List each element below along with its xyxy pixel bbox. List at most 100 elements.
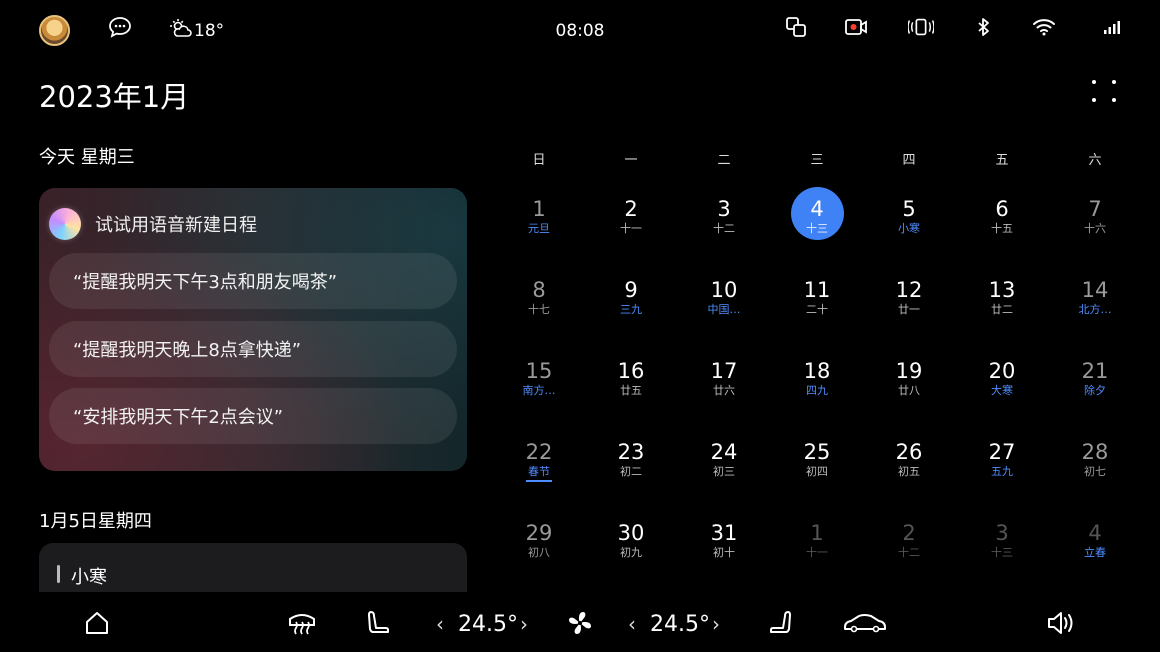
- lunar-date-label: 初十: [713, 546, 735, 559]
- calendar-day[interactable]: 12 廿一: [869, 268, 949, 328]
- calendar-day[interactable]: 2 十一: [591, 187, 671, 247]
- lunar-date-label: 元旦: [528, 222, 550, 235]
- lunar-date-label: 廿一: [898, 303, 920, 316]
- day-number: 25: [803, 440, 831, 464]
- day-number: 27: [988, 440, 1016, 464]
- day-number: 7: [1088, 197, 1102, 221]
- calendar-day[interactable]: 21 除夕: [1055, 349, 1135, 409]
- calendar-day[interactable]: 6 十五: [962, 187, 1042, 247]
- voice-assistant-icon[interactable]: [49, 208, 81, 240]
- next-day-label: 1月5日星期四: [39, 511, 152, 532]
- lunar-date-label: 初三: [713, 465, 735, 478]
- day-number: 6: [995, 197, 1009, 221]
- calendar-day[interactable]: 28 初七: [1055, 430, 1135, 490]
- right-temp-decrease-button[interactable]: ‹: [628, 612, 636, 636]
- calendar-day[interactable]: 10 中国…: [684, 268, 764, 328]
- day-number: 13: [988, 278, 1016, 302]
- volume-icon[interactable]: [1046, 608, 1076, 638]
- lunar-date-label: 廿八: [898, 384, 920, 397]
- passenger-seat-icon[interactable]: [766, 608, 796, 638]
- calendar-day[interactable]: 14 北方…: [1055, 268, 1135, 328]
- calendar-day[interactable]: 23 初二: [591, 430, 671, 490]
- record-icon[interactable]: [843, 14, 869, 40]
- calendar-day[interactable]: 30 初九: [591, 511, 671, 571]
- day-number: 10: [710, 278, 738, 302]
- lunar-date-label: 北方…: [1078, 303, 1112, 316]
- calendar-day[interactable]: 4 立春: [1055, 511, 1135, 571]
- day-number: 3: [717, 197, 731, 221]
- day-number: 31: [710, 521, 738, 545]
- weekday-label: 一: [624, 153, 638, 168]
- signal-icon: [1100, 14, 1126, 40]
- left-temp-increase-button[interactable]: ›: [520, 612, 528, 636]
- day-number: 21: [1081, 359, 1109, 383]
- calendar-day[interactable]: 3 十二: [684, 187, 764, 247]
- car-icon[interactable]: [840, 608, 890, 638]
- bluetooth-icon[interactable]: [971, 14, 997, 40]
- voice-card-title: 试试用语音新建日程: [95, 215, 257, 236]
- lunar-date-label: 初五: [898, 465, 920, 478]
- holiday-underline: [526, 480, 552, 482]
- left-temperature: 24.5°: [458, 612, 518, 637]
- calendar-day[interactable]: 16 廿五: [591, 349, 671, 409]
- vibrate-icon[interactable]: [908, 14, 934, 40]
- calendar-day[interactable]: 13 廿二: [962, 268, 1042, 328]
- lunar-date-label: 初八: [528, 546, 550, 559]
- calendar-day[interactable]: 17 廿六: [684, 349, 764, 409]
- calendar-day[interactable]: 1 十一: [777, 511, 857, 571]
- day-number: 28: [1081, 440, 1109, 464]
- wifi-icon[interactable]: [1031, 14, 1057, 40]
- calendar-day-today[interactable]: 4 十三: [777, 187, 857, 247]
- driver-seat-icon[interactable]: [363, 608, 393, 638]
- day-number: 30: [617, 521, 645, 545]
- left-temp-decrease-button[interactable]: ‹: [436, 612, 444, 636]
- event-color-bar: [57, 565, 60, 583]
- lunar-date-label: 廿六: [713, 384, 735, 397]
- calendar-day[interactable]: 27 五九: [962, 430, 1042, 490]
- home-icon[interactable]: [82, 608, 112, 638]
- calendar-day[interactable]: 15 南方…: [499, 349, 579, 409]
- voice-suggestion-item[interactable]: “安排我明天下午2点会议”: [49, 388, 457, 444]
- calendar-day[interactable]: 11 二十: [777, 268, 857, 328]
- calendar-day[interactable]: 26 初五: [869, 430, 949, 490]
- voice-suggestion-item[interactable]: “提醒我明天晚上8点拿快递”: [49, 321, 457, 377]
- calendar-day[interactable]: 19 廿八: [869, 349, 949, 409]
- lunar-date-label: 廿二: [991, 303, 1013, 316]
- rear-defrost-icon[interactable]: [287, 608, 317, 638]
- calendar-day[interactable]: 31 初十: [684, 511, 764, 571]
- calendar-day[interactable]: 1 元旦: [499, 187, 579, 247]
- calendar-day[interactable]: 25 初四: [777, 430, 857, 490]
- calendar-day[interactable]: 2 十二: [869, 511, 949, 571]
- day-number: 16: [617, 359, 645, 383]
- lunar-date-label: 廿五: [620, 384, 642, 397]
- calendar-day[interactable]: 9 三九: [591, 268, 671, 328]
- bottom-dock: ‹ 24.5° › ‹ 24.5° ›: [0, 592, 1160, 652]
- calendar-day[interactable]: 18 四九: [777, 349, 857, 409]
- day-number: 22: [525, 440, 553, 464]
- lunar-date-label: 十二: [898, 546, 920, 559]
- calendar-day[interactable]: 29 初八: [499, 511, 579, 571]
- event-title: 小寒: [71, 567, 107, 588]
- voice-suggestion-item[interactable]: “提醒我明天下午3点和朋友喝茶”: [49, 253, 457, 309]
- calendar-day[interactable]: 20 大寒: [962, 349, 1042, 409]
- month-title[interactable]: 2023年1月: [39, 74, 189, 116]
- right-temp-increase-button[interactable]: ›: [712, 612, 720, 636]
- calendar-day[interactable]: 3 十三: [962, 511, 1042, 571]
- lunar-date-label: 十二: [713, 222, 735, 235]
- day-number: 12: [895, 278, 923, 302]
- lunar-date-label: 除夕: [1084, 384, 1106, 397]
- voice-suggestion-card: 试试用语音新建日程 “提醒我明天下午3点和朋友喝茶” “提醒我明天晚上8点拿快递…: [39, 188, 467, 471]
- lunar-date-label: 十七: [528, 303, 550, 316]
- calendar-day[interactable]: 5 小寒: [869, 187, 949, 247]
- weekday-label: 六: [1088, 153, 1102, 168]
- lunar-date-label: 初二: [620, 465, 642, 478]
- calendar-day[interactable]: 24 初三: [684, 430, 764, 490]
- calendar-day[interactable]: 8 十七: [499, 268, 579, 328]
- fan-icon[interactable]: [565, 608, 595, 638]
- calendar-day[interactable]: 22 春节: [499, 430, 579, 490]
- day-number: 2: [902, 521, 916, 545]
- day-number: 8: [532, 278, 546, 302]
- calendar-day[interactable]: 7 十六: [1055, 187, 1135, 247]
- more-options-icon[interactable]: [1090, 78, 1118, 106]
- screen-mirror-icon[interactable]: [783, 14, 809, 40]
